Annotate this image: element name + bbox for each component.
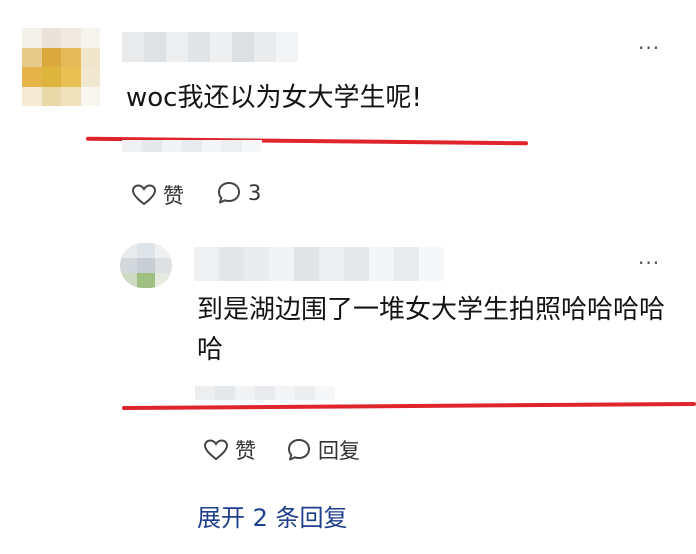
- like-label: 赞: [235, 439, 256, 463]
- speech-bubble-icon: [288, 439, 310, 461]
- like-label: 赞: [163, 184, 184, 208]
- reply-label: 回复: [318, 439, 360, 463]
- red-underline: [121, 401, 696, 411]
- reply-text: 到是湖边围了一堆女大学生拍照哈哈哈哈哈: [197, 295, 666, 365]
- comment-text: woc我还以为女大学生呢!: [126, 83, 422, 113]
- like-button[interactable]: 赞: [203, 435, 256, 465]
- speech-bubble-icon: [218, 182, 240, 204]
- avatar[interactable]: [120, 243, 172, 288]
- username[interactable]: [194, 247, 444, 281]
- more-options-icon[interactable]: ···: [638, 38, 660, 58]
- reply-count: 3: [248, 181, 262, 205]
- like-button[interactable]: 赞: [131, 180, 184, 210]
- reply-meta: [195, 386, 335, 400]
- comment-meta: [122, 140, 262, 152]
- username[interactable]: [122, 32, 298, 62]
- heart-icon: [131, 184, 157, 206]
- more-options-icon[interactable]: ···: [638, 253, 660, 273]
- expand-replies-link[interactable]: 展开 2 条回复: [197, 498, 348, 533]
- heart-icon: [203, 439, 229, 461]
- reply-button[interactable]: 回复: [286, 435, 360, 465]
- comment-thread: ··· woc我还以为女大学生呢! 赞 3 ··· 到是湖边围了一堆女大学生拍照…: [0, 0, 696, 554]
- avatar[interactable]: [22, 28, 100, 106]
- reply-button[interactable]: 3: [216, 180, 261, 206]
